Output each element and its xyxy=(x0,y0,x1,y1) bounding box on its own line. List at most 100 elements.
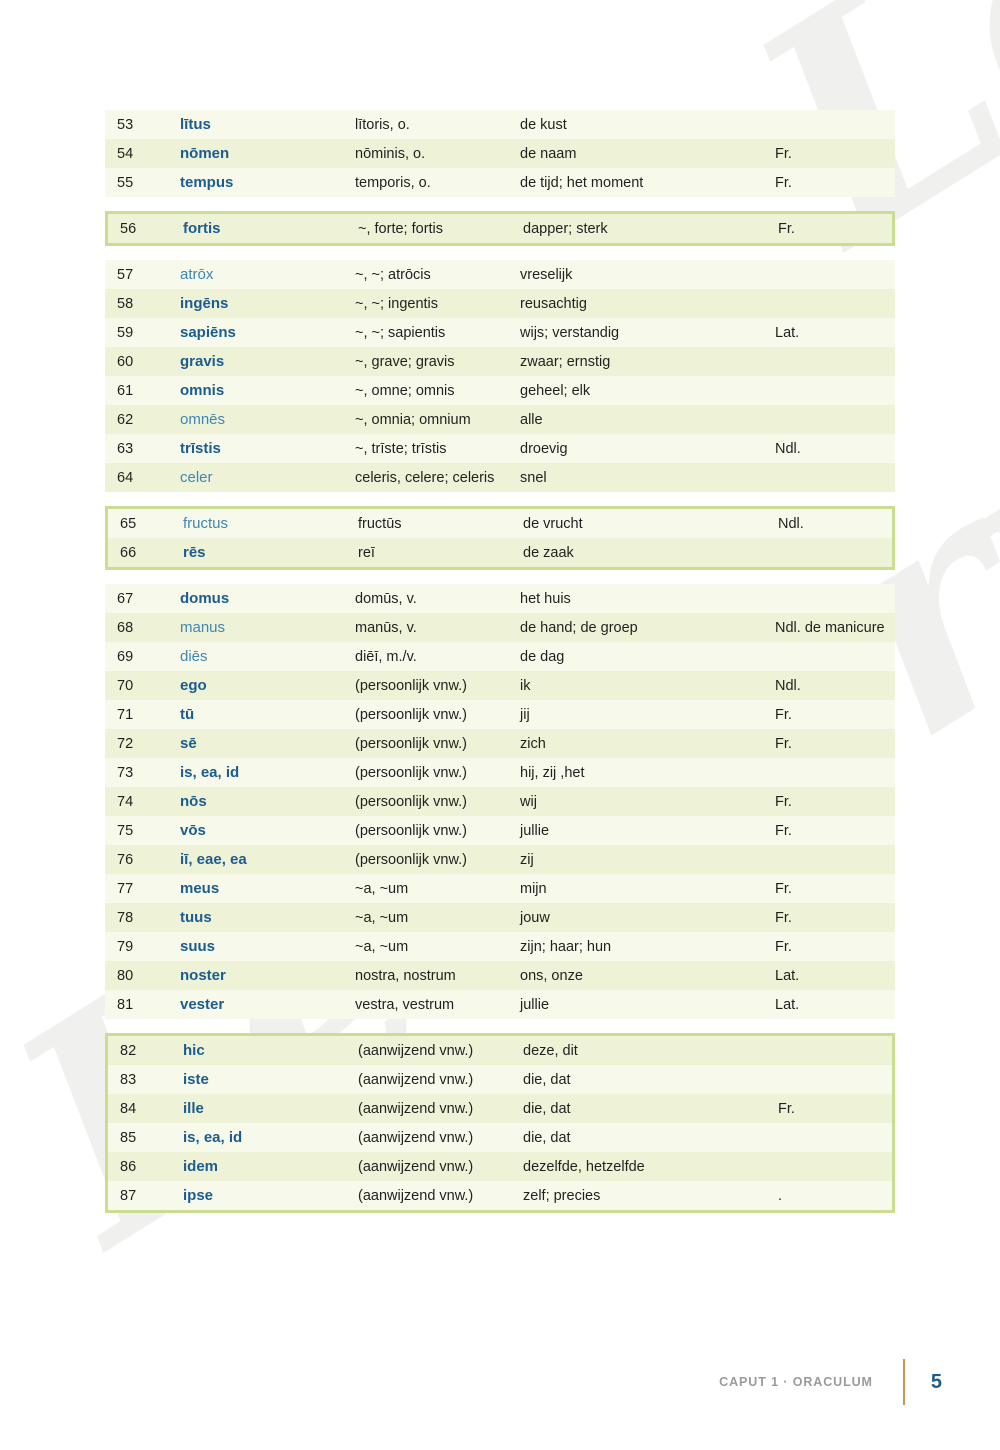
row-number: 83 xyxy=(120,1071,137,1088)
dutch-meaning: de kust xyxy=(520,116,567,133)
dutch-meaning: ons, onze xyxy=(520,967,583,984)
latin-forms: (aanwijzend vnw.) xyxy=(358,1042,474,1059)
language-note: Lat. xyxy=(775,967,800,984)
footer-chapter-label: CAPUT 1 · ORACULUM xyxy=(719,1375,873,1389)
latin-forms: lītoris, o. xyxy=(355,116,410,133)
row-number: 66 xyxy=(120,544,137,561)
table-row: 70 ego (persoonlijk vnw.) ik Ndl. xyxy=(105,671,895,700)
row-number: 54 xyxy=(117,145,134,162)
row-number: 79 xyxy=(117,938,134,955)
group-separator xyxy=(105,1019,895,1033)
latin-lemma: is, ea, id xyxy=(180,764,240,781)
row-number: 64 xyxy=(117,469,134,486)
vocab-group-highlighted: 65 fructus fructūs de vrucht Ndl. 66 rēs reī de … xyxy=(105,506,895,570)
latin-lemma: is, ea, id xyxy=(183,1129,243,1146)
table-row: 75 vōs (persoonlijk vnw.) jullie Fr. xyxy=(105,816,895,845)
dutch-meaning: zelf; precies xyxy=(523,1187,601,1204)
language-note: Ndl. de manicure xyxy=(775,619,885,636)
language-note: Fr. xyxy=(775,822,792,839)
row-number: 82 xyxy=(120,1042,137,1059)
language-note: Fr. xyxy=(775,174,792,191)
language-note: . xyxy=(778,1187,783,1204)
latin-lemma: celer xyxy=(180,469,213,486)
table-row: 81 vester vestra, vestrum jullie Lat. xyxy=(105,990,895,1019)
latin-lemma: sapiēns xyxy=(180,324,236,341)
row-number: 58 xyxy=(117,295,134,312)
latin-lemma: idem xyxy=(183,1158,219,1175)
latin-forms: (aanwijzend vnw.) xyxy=(358,1158,474,1175)
latin-lemma: ipse xyxy=(183,1187,214,1204)
latin-forms: ~, forte; fortis xyxy=(358,220,444,237)
table-row: 58 ingēns ~, ~; ingentis reusachtig xyxy=(105,289,895,318)
dutch-meaning: de dag xyxy=(520,648,565,665)
latin-lemma: nōmen xyxy=(180,145,230,162)
dutch-meaning: de tijd; het moment xyxy=(520,174,644,191)
row-number: 87 xyxy=(120,1187,137,1204)
table-row: 68 manus manūs, v. de hand; de groep Ndl. de… xyxy=(105,613,895,642)
dutch-meaning: de hand; de groep xyxy=(520,619,638,636)
dutch-meaning: jij xyxy=(520,706,530,723)
table-row: 66 rēs reī de zaak xyxy=(108,538,892,567)
latin-forms: (aanwijzend vnw.) xyxy=(358,1129,474,1146)
language-note: Ndl. xyxy=(775,440,801,457)
latin-lemma: iste xyxy=(183,1071,209,1088)
latin-forms: fructūs xyxy=(358,515,402,532)
latin-forms: ~, grave; gravis xyxy=(355,353,455,370)
table-row: 82 hic (aanwijzend vnw.) deze, dit xyxy=(108,1036,892,1065)
vocab-group: 67 domus domūs, v. het huis 68 manus manūs, v.… xyxy=(105,584,895,1019)
latin-forms: (persoonlijk vnw.) xyxy=(355,677,468,694)
dutch-meaning: ik xyxy=(520,677,531,694)
table-row: 74 nōs (persoonlijk vnw.) wij Fr. xyxy=(105,787,895,816)
table-row: 72 sē (persoonlijk vnw.) zich Fr. xyxy=(105,729,895,758)
language-note: Fr. xyxy=(775,706,792,723)
latin-lemma: hic xyxy=(183,1042,205,1059)
footer-divider xyxy=(902,1359,905,1405)
table-row: 79 suus ~a, ~um zijn; haar; hun Fr. xyxy=(105,932,895,961)
dutch-meaning: reusachtig xyxy=(520,295,587,312)
table-row: 69 diēs diēī, m./v. de dag xyxy=(105,642,895,671)
group-separator xyxy=(105,197,895,211)
latin-forms: (persoonlijk vnw.) xyxy=(355,793,468,810)
latin-forms: ~, ~; sapientis xyxy=(355,324,446,341)
row-number: 84 xyxy=(120,1100,137,1117)
page-footer: CAPUT 1 · ORACULUM 5 xyxy=(0,1359,1000,1405)
latin-lemma: iī, eae, ea xyxy=(180,851,247,868)
latin-forms: domūs, v. xyxy=(355,590,417,607)
dutch-meaning: die, dat xyxy=(523,1129,571,1146)
latin-forms: ~, omne; omnis xyxy=(355,382,455,399)
latin-lemma: vōs xyxy=(180,822,206,839)
latin-lemma: manus xyxy=(180,619,226,636)
dutch-meaning: het huis xyxy=(520,590,571,607)
latin-lemma: sē xyxy=(180,735,197,752)
document-page: 53 lītus lītoris, o. de kust 54 nōmen nōminis,… xyxy=(0,0,1000,1450)
row-number: 61 xyxy=(117,382,134,399)
row-number: 60 xyxy=(117,353,134,370)
table-row: 73 is, ea, id (persoonlijk vnw.) hij, zij ,… xyxy=(105,758,895,787)
table-row: 84 ille (aanwijzend vnw.) die, dat Fr. xyxy=(108,1094,892,1123)
dutch-meaning: zich xyxy=(520,735,546,752)
latin-forms: diēī, m./v. xyxy=(355,648,417,665)
latin-forms: (persoonlijk vnw.) xyxy=(355,764,468,781)
latin-forms: manūs, v. xyxy=(355,619,417,636)
latin-lemma: atrōx xyxy=(180,266,214,283)
page-number: 5 xyxy=(930,1370,942,1393)
latin-forms: (aanwijzend vnw.) xyxy=(358,1071,474,1088)
table-row: 57 atrōx ~, ~; atrōcis vreselijk xyxy=(105,260,895,289)
table-row: 86 idem (aanwijzend vnw.) dezelfde, hetzelf… xyxy=(108,1152,892,1181)
dutch-meaning: snel xyxy=(520,469,547,486)
latin-lemma: ille xyxy=(183,1100,204,1117)
row-number: 73 xyxy=(117,764,134,781)
language-note: Lat. xyxy=(775,324,800,341)
group-separator xyxy=(105,570,895,584)
dutch-meaning: alle xyxy=(520,411,543,428)
latin-forms: ~, trīste; trīstis xyxy=(355,440,447,457)
latin-lemma: gravis xyxy=(180,353,225,370)
dutch-meaning: jouw xyxy=(520,909,550,926)
latin-lemma: ingēns xyxy=(180,295,229,312)
vocab-group-highlighted: 82 hic (aanwijzend vnw.) deze, dit 83 iste (aa… xyxy=(105,1033,895,1213)
table-row: 83 iste (aanwijzend vnw.) die, dat xyxy=(108,1065,892,1094)
latin-lemma: domus xyxy=(180,590,230,607)
latin-lemma: rēs xyxy=(183,544,206,561)
latin-lemma: tempus xyxy=(180,174,234,191)
latin-forms: nostra, nostrum xyxy=(355,967,456,984)
